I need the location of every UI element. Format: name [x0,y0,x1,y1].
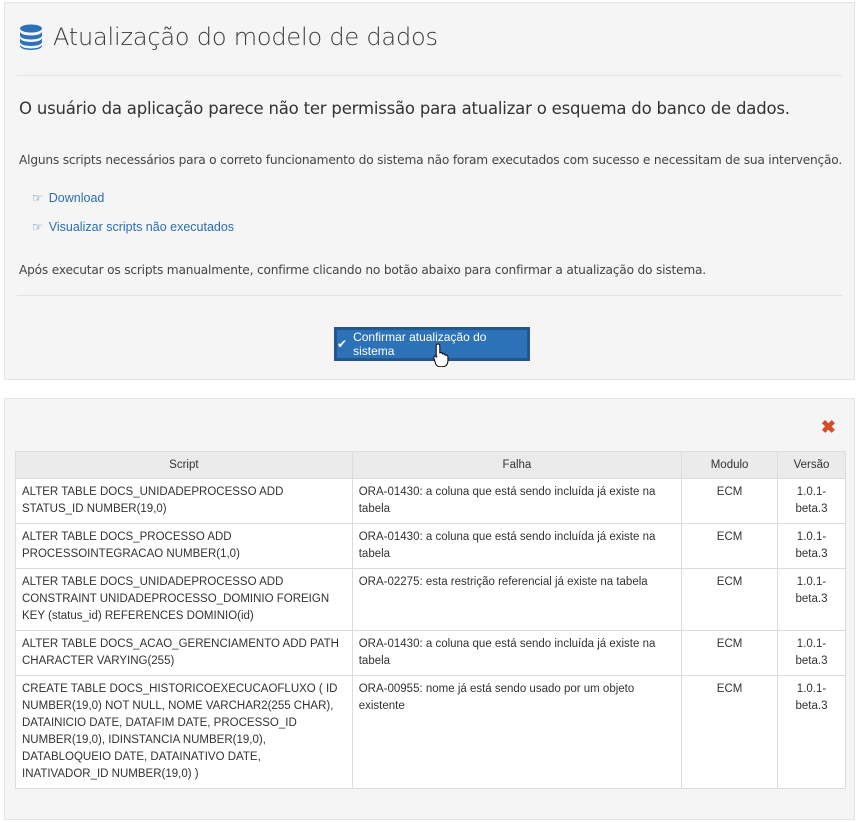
script-cell: ALTER TABLE DOCS_UNIDADEPROCESSO ADD CON… [15,568,353,631]
table-header-row: Script Falha Modulo Versão [15,451,846,479]
version-cell: 1.0.1-beta.3 [777,568,846,631]
check-icon: ✔ [337,337,348,351]
scripts-panel: ✖ Script Falha Modulo Versão ALTER TABLE… [4,398,855,820]
version-cell: 1.0.1-beta.3 [777,523,846,569]
error-cell: ORA-01430: a coluna que está sendo inclu… [351,478,683,524]
version-cell: 1.0.1-beta.3 [777,630,846,676]
table-row: ALTER TABLE DOCS_UNIDADEPROCESSO ADD STA… [15,478,846,524]
divider [17,75,842,76]
table-row: ALTER TABLE DOCS_ACAO_GERENCIAMENTO ADD … [15,630,846,676]
view-scripts-link[interactable]: ☞ Visualizar scripts não executados [32,220,234,234]
error-cell: ORA-02275: esta restrição referencial já… [351,568,683,631]
update-panel: Atualização do modelo de dados O usuário… [4,2,855,380]
permission-message: O usuário da aplicação parece não ter pe… [19,99,790,118]
column-header-versao: Versão [777,451,846,479]
error-cell: ORA-00955: nome já está sendo usado por … [351,675,683,789]
script-cell: ALTER TABLE DOCS_UNIDADEPROCESSO ADD STA… [15,478,353,524]
instructions-text: Após executar os scripts manualmente, co… [19,263,706,277]
table-row: CREATE TABLE DOCS_HISTORICOEXECUCAOFLUXO… [15,675,846,789]
hand-cursor-icon [433,343,449,367]
module-cell: ECM [681,630,779,676]
page-header: Atualização do modelo de dados [19,23,438,51]
version-cell: 1.0.1-beta.3 [777,675,846,789]
error-cell: ORA-01430: a coluna que está sendo inclu… [351,523,683,569]
column-header-script: Script [15,451,353,479]
description-text: Alguns scripts necessários para o corret… [19,153,843,167]
hand-pointer-icon: ☞ [32,191,43,205]
hand-pointer-icon: ☞ [32,220,43,234]
divider [17,295,842,296]
download-link[interactable]: ☞ Download [32,191,104,205]
page-title: Atualização do modelo de dados [53,23,438,51]
version-cell: 1.0.1-beta.3 [777,478,846,524]
download-link-label: Download [48,191,105,205]
error-cell: ORA-01430: a coluna que está sendo inclu… [351,630,683,676]
scripts-table: Script Falha Modulo Versão ALTER TABLE D… [15,451,846,789]
column-header-modulo: Modulo [681,451,779,479]
column-header-falha: Falha [351,451,683,479]
database-icon [19,24,43,50]
script-cell: CREATE TABLE DOCS_HISTORICOEXECUCAOFLUXO… [15,675,353,789]
script-cell: ALTER TABLE DOCS_ACAO_GERENCIAMENTO ADD … [15,630,353,676]
module-cell: ECM [681,675,779,789]
close-icon[interactable]: ✖ [821,417,836,438]
module-cell: ECM [681,568,779,631]
confirm-update-button[interactable]: ✔ Confirmar atualização do sistema [334,327,530,361]
module-cell: ECM [681,523,779,569]
script-cell: ALTER TABLE DOCS_PROCESSO ADD PROCESSOIN… [15,523,353,569]
view-scripts-link-label: Visualizar scripts não executados [48,220,235,234]
table-row: ALTER TABLE DOCS_PROCESSO ADD PROCESSOIN… [15,523,846,569]
module-cell: ECM [681,478,779,524]
table-row: ALTER TABLE DOCS_UNIDADEPROCESSO ADD CON… [15,568,846,631]
